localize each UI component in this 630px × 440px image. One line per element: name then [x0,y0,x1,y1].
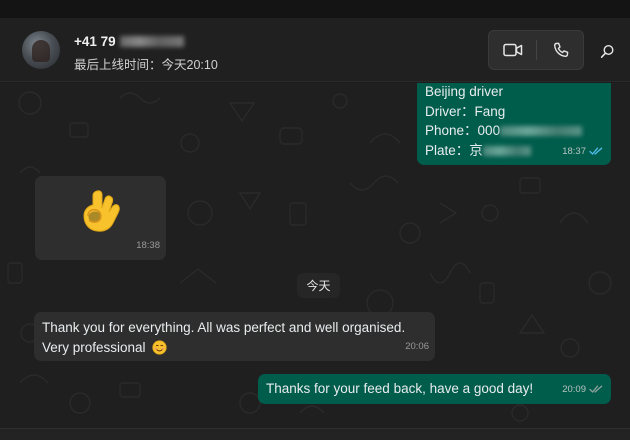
contact-name-text: +41 79 [74,34,116,49]
redacted-phone-digits [119,36,184,47]
video-call-button[interactable] [489,31,537,69]
double-check-read-icon [589,385,603,393]
redacted-phone-number [500,126,583,136]
video-camera-icon [503,43,523,57]
message-time: 18:37 [562,145,586,157]
search-icon [600,44,614,58]
redacted-plate-number [482,145,531,156]
message-bubble-incoming[interactable]: Thank you for everything. All was perfec… [34,312,435,361]
message-line: Phone：000 [425,121,611,141]
message-time: 20:09 [562,383,586,395]
message-bubble-incoming[interactable]: 18:38 [35,176,166,260]
last-seen-status: 最后上线时间：今天20:10 [74,58,218,72]
message-bubble-outgoing[interactable]: Beijing driver Driver：Fang Phone：000 Pla… [417,83,611,165]
message-text: Thanks for your feed back, have a good d… [266,381,534,396]
chat-header: +41 79 最后上线时间：今天20:10 [0,18,630,82]
message-time: 20:06 [405,340,429,352]
phone-icon [553,42,569,58]
message-line: Driver：Fang [425,103,506,119]
message-meta: 20:09 [562,380,603,400]
message-meta: 18:38 [136,236,160,256]
message-line: Beijing driver [425,84,504,99]
call-buttons-group [488,30,584,70]
message-meta: 20:06 [405,337,429,357]
phone-visible-digits: 000 [477,123,501,138]
voice-call-button[interactable] [537,31,585,69]
search-button[interactable] [596,40,618,62]
message-text: Thank you for everything. All was perfec… [42,320,406,355]
window-title-strip [0,0,630,18]
double-check-read-icon [589,147,603,155]
smiling-face-emoji [152,339,167,355]
message-list[interactable]: Beijing driver Driver：Fang Phone：000 Pla… [0,83,630,428]
message-time: 18:38 [136,239,160,251]
plate-visible-char: 京 [469,142,483,158]
message-bubble-outgoing[interactable]: Thanks for your feed back, have a good d… [258,374,611,404]
ok-hand-emoji [83,190,120,232]
message-meta: 18:37 [562,142,603,162]
phone-label: Phone： [425,123,478,138]
date-separator: 今天 [297,273,340,298]
contact-avatar[interactable] [22,31,60,69]
contact-name[interactable]: +41 79 [74,34,184,49]
plate-label: Plate： [425,142,470,158]
composer-bar-edge [0,428,630,440]
